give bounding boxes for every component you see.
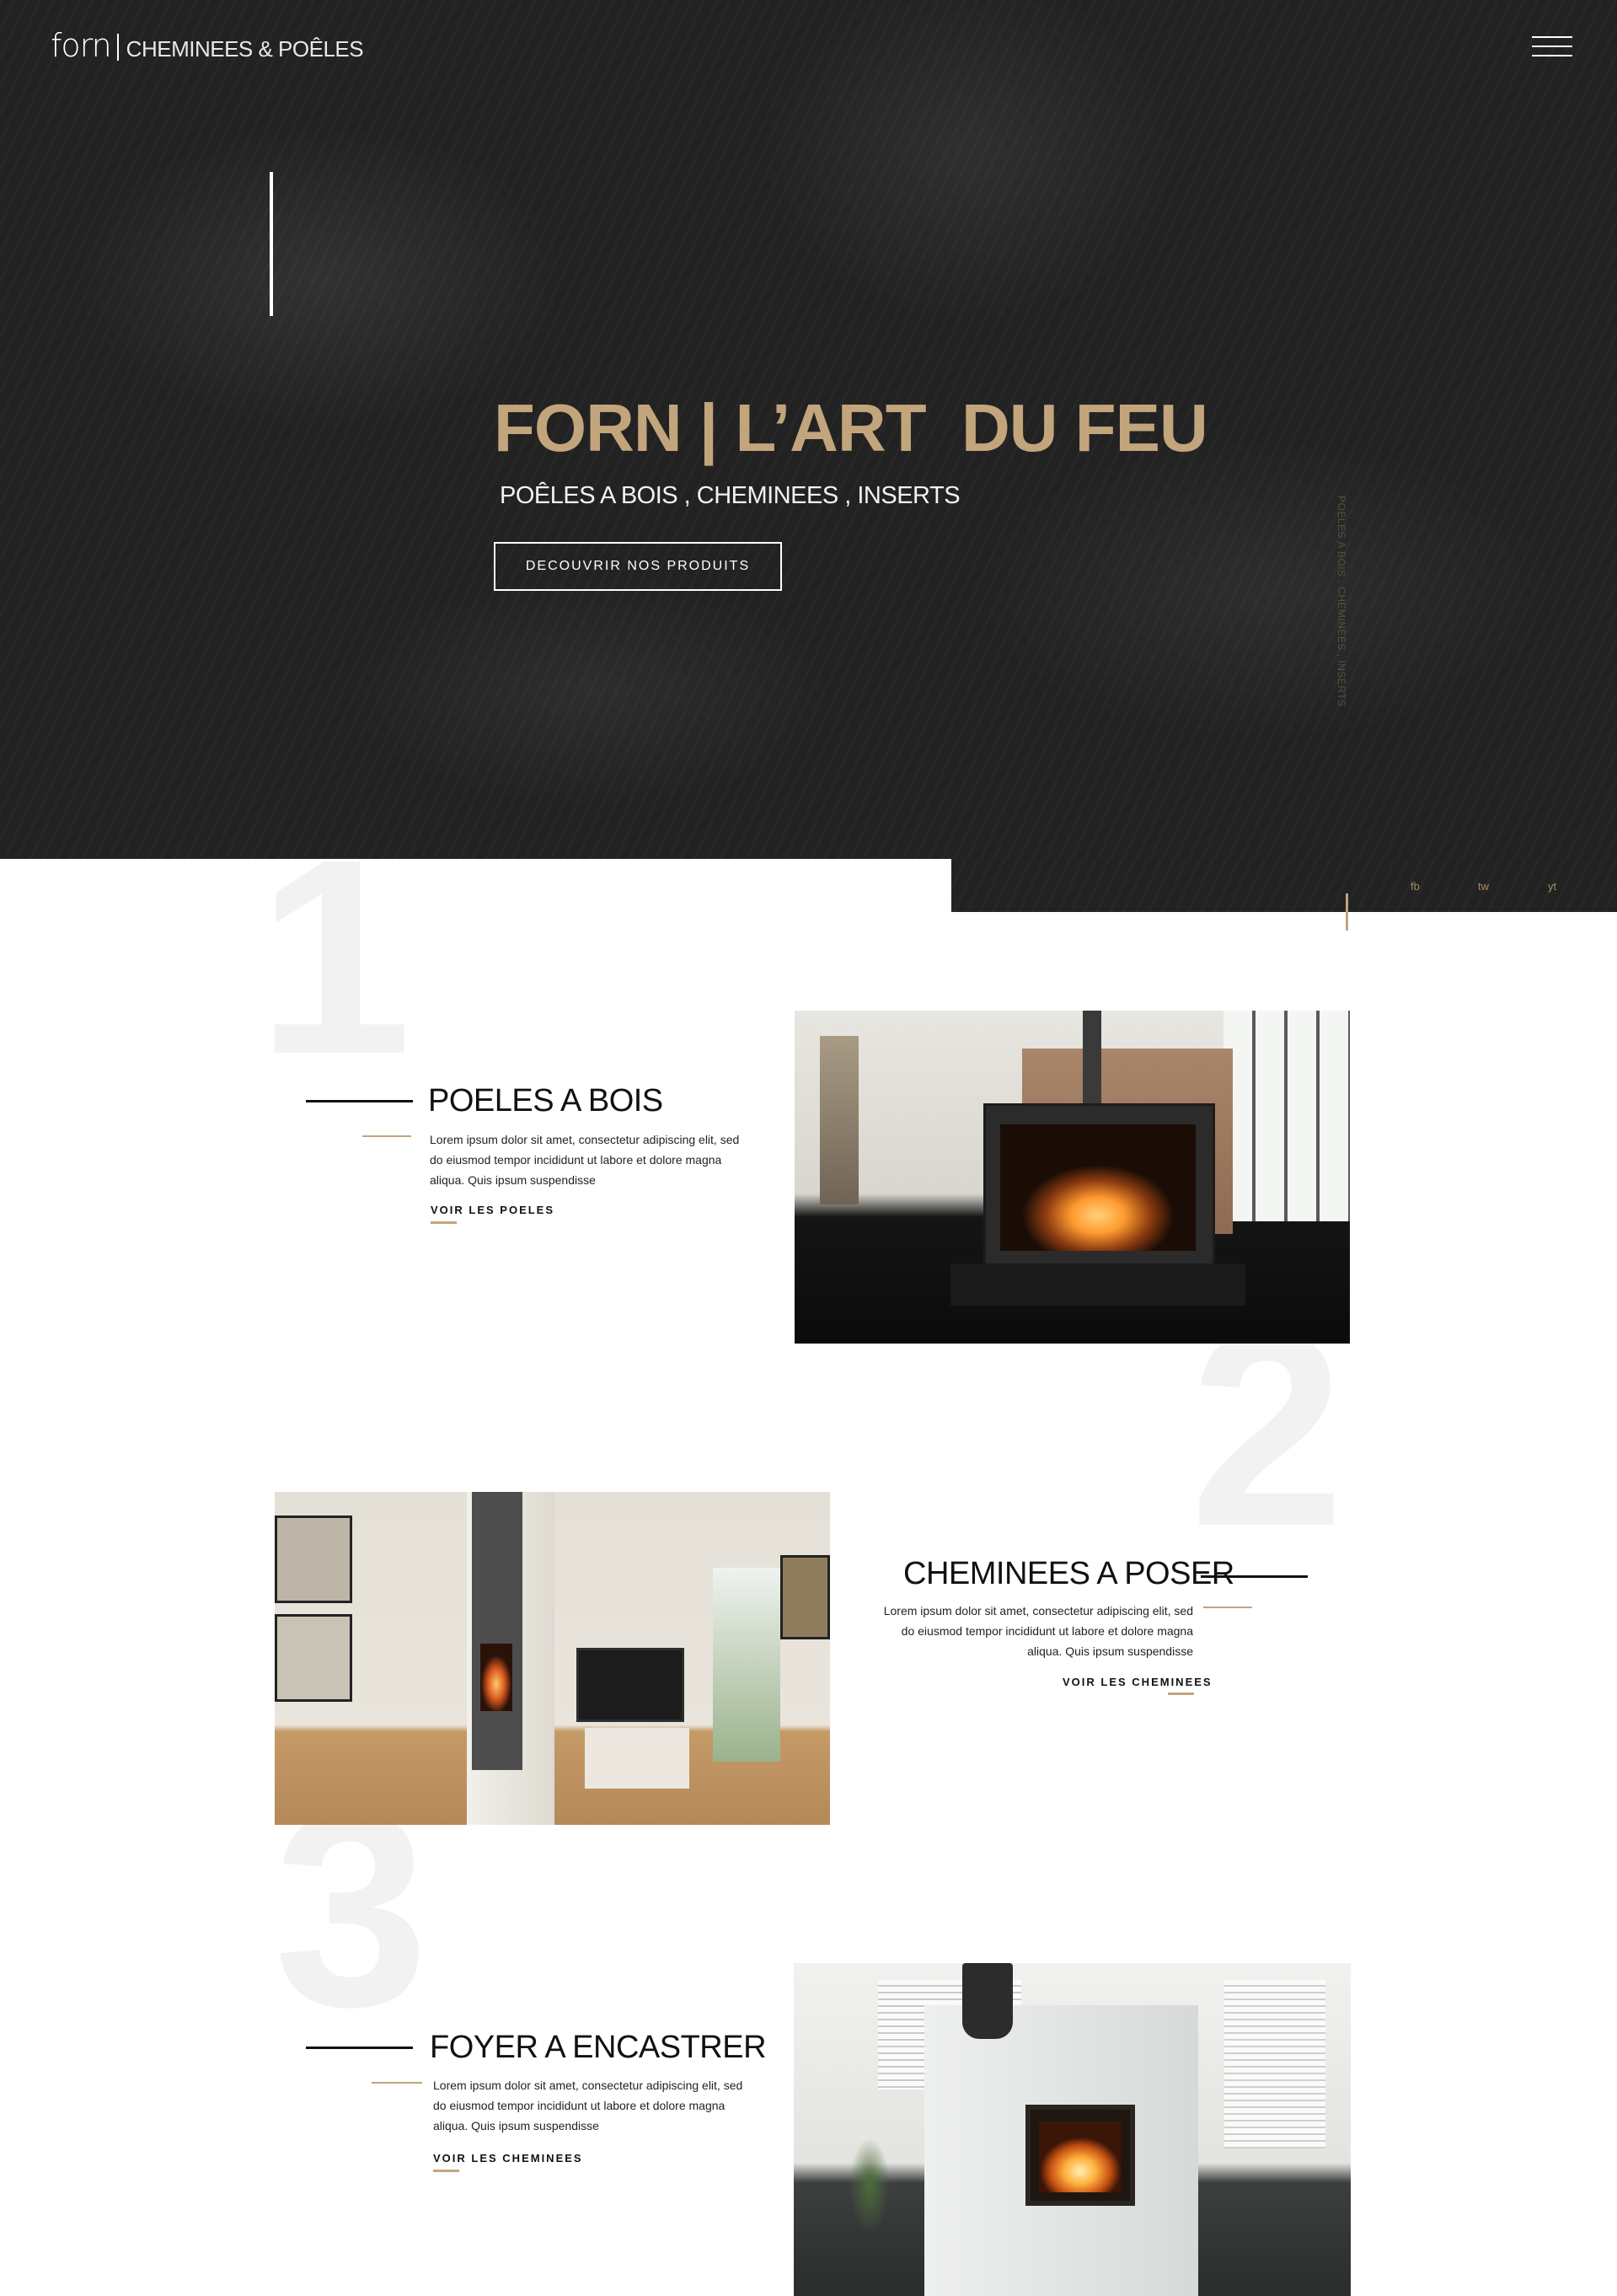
wall-art (820, 1036, 859, 1204)
section-1-link-underline (431, 1221, 457, 1224)
voir-les-cheminees-link[interactable]: VOIR LES CHEMINEES (1063, 1676, 1213, 1688)
section-1-gold-line (362, 1135, 411, 1137)
site-logo[interactable]: forn CHEMINEES & POÊLES (51, 27, 364, 64)
hero-subtitle: POÊLES A BOIS , CHEMINEES , INSERTS (500, 482, 961, 509)
menu-line (1532, 46, 1572, 47)
section-2-gold-line (1203, 1607, 1252, 1608)
menu-line (1532, 55, 1572, 56)
section-2-description: Lorem ipsum dolor sit amet, consectetur … (883, 1604, 1193, 1658)
hero-title: FORN | L’ART DU FEU (494, 390, 1208, 465)
section-2-title: CHEMINEES A POSER (903, 1556, 1234, 1591)
wall-picture (780, 1555, 830, 1639)
television (576, 1648, 684, 1722)
stove-base (950, 1263, 1245, 1306)
tv-stand (585, 1728, 689, 1789)
section-3-title: FOYER A ENCASTRER (430, 2030, 767, 2065)
hero-vertical-line (270, 172, 273, 316)
scroll-indicator (1346, 893, 1348, 931)
window (1223, 1011, 1350, 1221)
voir-les-cheminees-link-2[interactable]: VOIR LES CHEMINEES (433, 2152, 583, 2165)
section-number-1: 1 (257, 801, 412, 1112)
section-2-dark-line (1201, 1575, 1308, 1578)
window-blinds (1224, 1980, 1325, 2148)
discover-products-button[interactable]: DECOUVRIR NOS PRODUITS (494, 542, 782, 591)
menu-line (1532, 36, 1572, 38)
window (713, 1568, 780, 1762)
hero-extension (951, 859, 1617, 912)
fire-glass (480, 1644, 512, 1711)
voir-les-poeles-link[interactable]: VOIR LES POELES (431, 1204, 554, 1216)
facebook-link[interactable]: fb (1411, 880, 1420, 893)
wall-frame (275, 1515, 352, 1603)
section-1-description: Lorem ipsum dolor sit amet, consectetur … (430, 1133, 740, 1187)
hanging-lamp (962, 1963, 1013, 2039)
section-1-dark-line (306, 1100, 413, 1102)
foyer-a-encastrer-photo[interactable] (794, 1963, 1351, 2296)
logo-separator (116, 34, 119, 61)
section-3-link-underline (433, 2170, 459, 2172)
section-3-dark-line (306, 2047, 413, 2049)
section-2-link-underline (1168, 1692, 1194, 1695)
hero-vertical-text: POELES A BOIS , CHEMINEES , INSERTS (1336, 496, 1347, 707)
cheminee-a-poser-photo[interactable] (275, 1492, 830, 1825)
section-3-description: Lorem ipsum dolor sit amet, consectetur … (433, 2079, 743, 2132)
twitter-link[interactable]: tw (1478, 880, 1489, 893)
stove-pipe (1083, 1011, 1101, 1103)
stove-body (472, 1492, 522, 1770)
fire-glass (1000, 1124, 1196, 1251)
section-3-gold-line (372, 2082, 422, 2084)
plant (844, 2132, 895, 2266)
wall-frame (275, 1614, 352, 1702)
youtube-link[interactable]: yt (1548, 880, 1556, 893)
logo-subtitle: CHEMINEES & POÊLES (126, 36, 364, 62)
section-1-title: POELES A BOIS (428, 1083, 663, 1118)
poele-a-bois-photo[interactable] (795, 1011, 1350, 1344)
logo-mark: forn (51, 27, 112, 64)
fire-opening (1025, 2105, 1135, 2206)
hamburger-icon[interactable] (1532, 36, 1572, 58)
